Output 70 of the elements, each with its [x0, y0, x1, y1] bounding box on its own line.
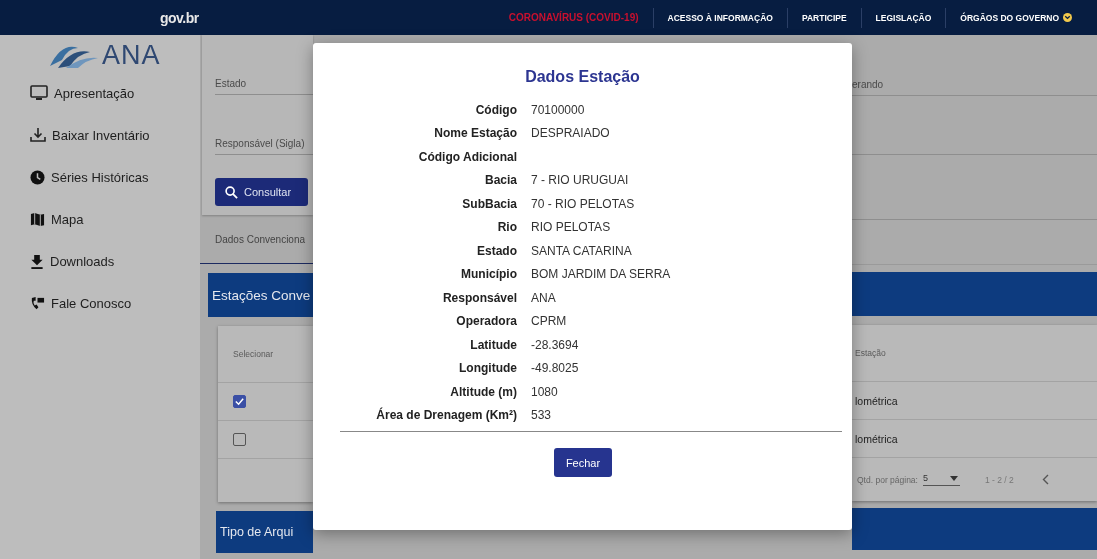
field-label: Responsável [441, 290, 517, 305]
download-icon [30, 253, 44, 269]
per-page-select[interactable]: 5 [922, 473, 960, 486]
sidebar-label: Baixar Inventário [52, 127, 150, 143]
logo-text: ANA [102, 39, 161, 71]
field-label: Área de Drenagem (Km²) [375, 408, 517, 423]
sidebar-item[interactable]: Séries Históricas [0, 156, 200, 198]
field-label: Município [460, 267, 517, 282]
sidebar-label: Downloads [50, 253, 115, 269]
field-value: ANA [531, 290, 556, 305]
sidebar-label: Séries Históricas [51, 169, 149, 185]
sidebar-label: Fale Conosco [51, 295, 132, 311]
field-label: Operadora [455, 314, 517, 329]
sidebar-item[interactable]: Downloads [0, 240, 200, 282]
search-icon [225, 185, 238, 199]
monitor-icon [30, 85, 48, 101]
sidebar-item[interactable]: Fale Conosco [0, 282, 200, 324]
close-button[interactable]: Fechar [554, 448, 612, 477]
panel-header: Tipo de Arqui [216, 511, 313, 553]
field-value: DESPRAIADO [531, 126, 610, 141]
table-cell: lométrica [855, 394, 898, 407]
top-link[interactable]: PARTICIPE [801, 12, 847, 23]
field-value: RIO PELOTAS [531, 220, 611, 235]
field-label: Nome Estação [433, 126, 517, 141]
sidebar-item[interactable]: Mapa [0, 198, 200, 240]
field-label: Bacia [483, 173, 517, 188]
field-value: 70 - RIO PELOTAS [531, 196, 635, 211]
dialog-title: Dados Estação [524, 68, 641, 86]
chevron-down-icon[interactable] [1063, 13, 1073, 22]
field-label: Altitude (m) [449, 384, 517, 399]
top-link[interactable]: ÓRGÃOS DO GOVERNO [960, 12, 1060, 23]
field-value: -28.3694 [531, 337, 579, 352]
column-header: Selecionar [233, 349, 274, 359]
field-value: -49.8025 [531, 361, 579, 376]
tab[interactable]: Dados Convenciona [200, 233, 306, 245]
field-label: Rio [496, 220, 517, 235]
caret-icon [950, 475, 958, 481]
field-label: Código Adicional [417, 149, 517, 164]
download-icon [30, 127, 46, 143]
field-label: Longitude [458, 361, 517, 376]
field-label: Latitude [469, 337, 517, 352]
sidebar-item[interactable]: Apresentação [0, 72, 200, 114]
top-link[interactable]: ACESSO À INFORMAÇÃO [667, 12, 773, 23]
sidebar-label: Apresentação [54, 85, 135, 101]
field-label: SubBacia [461, 196, 517, 211]
field-value: CPRM [531, 314, 567, 329]
field-label: Estado [476, 243, 517, 258]
field-value: 1080 [531, 384, 558, 399]
per-page-label: Qtd. por página: [857, 474, 918, 485]
column-header: Estação [855, 348, 886, 358]
sidebar-label: Mapa [51, 211, 84, 227]
checkbox[interactable] [233, 433, 246, 446]
sidebar-item[interactable]: Baixar Inventário [0, 114, 200, 156]
field-value: 533 [531, 408, 552, 423]
checkbox[interactable] [233, 395, 246, 408]
panel-header: Estações Conve [208, 273, 313, 317]
phone-icon [30, 295, 45, 311]
field-value: 70100000 [531, 102, 585, 117]
table-cell: lométrica [855, 432, 898, 445]
chevron-left-icon[interactable] [1041, 474, 1049, 485]
page-range: 1 - 2 / 2 [985, 474, 1014, 485]
gov-logo[interactable]: gov.br [160, 9, 199, 26]
field-label: Código [474, 102, 517, 117]
map-icon [30, 211, 45, 227]
field-value: 7 - RIO URUGUAI [531, 173, 629, 188]
search-button[interactable]: Consultar [215, 178, 308, 206]
field-value: SANTA CATARINA [531, 243, 632, 258]
field-value: BOM JARDIM DA SERRA [531, 267, 671, 282]
top-link[interactable]: LEGISLAÇÃO [875, 12, 932, 23]
clock-icon [30, 169, 45, 185]
